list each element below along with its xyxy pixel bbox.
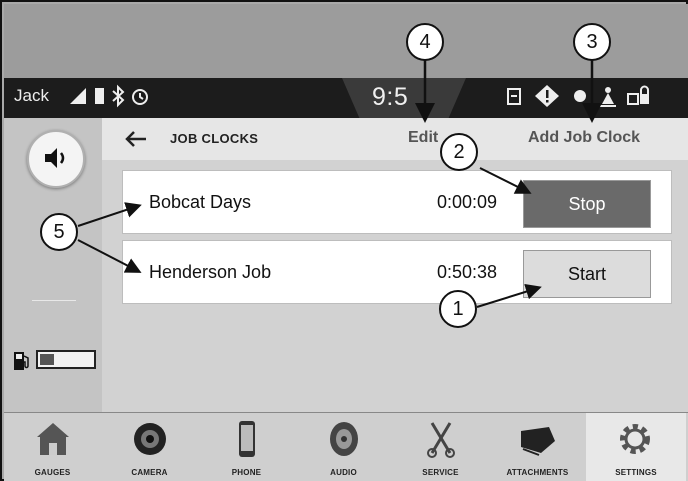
nav-camera[interactable]: CAMERA: [101, 413, 198, 481]
fuel-gauge: [36, 350, 96, 369]
camera-icon: [134, 423, 166, 455]
job-elapsed-time: 0:00:09: [437, 192, 498, 212]
sidebar: [4, 118, 102, 412]
back-arrow-icon[interactable]: [124, 129, 148, 149]
timer-icon: [132, 89, 148, 105]
nav-gauges[interactable]: GAUGES: [4, 413, 101, 481]
page-title: JOB CLOCKS: [170, 131, 259, 146]
nav-audio[interactable]: AUDIO: [295, 413, 392, 481]
signal-icon: [70, 88, 86, 104]
bluetooth-icon: [112, 84, 125, 108]
volume-button[interactable]: [27, 130, 85, 188]
bucket-icon: [521, 427, 555, 456]
nav-label: ATTACHMENTS: [506, 468, 569, 477]
speaker-icon: [45, 147, 65, 168]
header-bar: JOB CLOCKS Edit Add Job Clock: [102, 118, 688, 160]
seatbelt-icon: [574, 90, 586, 102]
battery-icon: [95, 88, 104, 104]
job-row: Bobcat Days 0:00:09 Stop: [122, 170, 672, 234]
start-button[interactable]: Start: [523, 250, 651, 298]
warning-icon: [535, 85, 559, 107]
status-time: 9:5: [372, 83, 409, 111]
nav-service[interactable]: SERVICE: [392, 413, 489, 481]
stop-button[interactable]: Stop: [523, 180, 651, 228]
nav-label: GAUGES: [34, 468, 71, 477]
nav-label: PHONE: [231, 468, 262, 477]
nav-phone[interactable]: PHONE: [198, 413, 295, 481]
job-name: Bobcat Days: [149, 192, 252, 212]
edit-button[interactable]: Edit: [408, 129, 438, 147]
job-name: Henderson Job: [149, 262, 272, 282]
phone-icon: [239, 421, 255, 457]
callout-5: 5: [40, 213, 78, 251]
nav-label: CAMERA: [131, 468, 168, 477]
callout-4: 4: [406, 23, 444, 61]
callout-3: 3: [573, 23, 611, 61]
fuel-pump-icon: [14, 352, 29, 370]
speaker-icon: [330, 422, 358, 456]
fuel-filter-icon: [507, 88, 521, 105]
lock-icon: [627, 85, 649, 105]
gear-icon: [620, 424, 650, 454]
job-elapsed-time: 0:50:38: [437, 262, 498, 282]
screen-frame: Jack 9:5 JOB CLOCKS Edit Add Job Clock B…: [0, 0, 688, 481]
house-icon: [37, 423, 69, 455]
nav-settings[interactable]: SETTINGS: [586, 413, 686, 481]
operator-icon: [600, 87, 616, 107]
bottom-nav: GAUGES CAMERA PHONE AUDIO SERVICE ATTACH…: [4, 412, 688, 481]
fuel-gauge-fill: [40, 354, 54, 365]
nav-label: SERVICE: [422, 468, 459, 477]
user-name[interactable]: Jack: [14, 86, 49, 106]
nav-attachments[interactable]: ATTACHMENTS: [489, 413, 586, 481]
add-job-clock-button[interactable]: Add Job Clock: [528, 129, 640, 147]
nav-label: SETTINGS: [615, 468, 657, 477]
status-bar: Jack 9:5: [4, 78, 688, 118]
callout-2: 2: [440, 133, 478, 171]
sidebar-divider: [32, 300, 76, 301]
nav-label: AUDIO: [330, 468, 357, 477]
callout-1: 1: [439, 290, 477, 328]
job-row: Henderson Job 0:50:38 Start: [122, 240, 672, 304]
wrench-icon: [427, 422, 455, 458]
